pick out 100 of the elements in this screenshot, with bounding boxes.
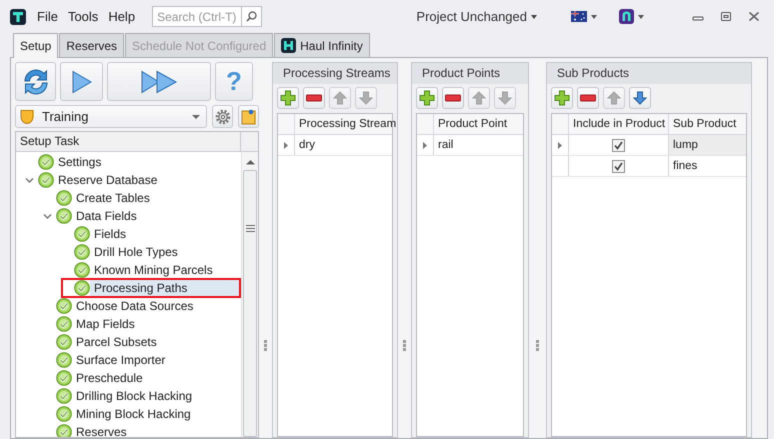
profile-dropdown[interactable]: Training [15,105,207,128]
add-button[interactable] [551,87,573,109]
plus-icon [554,90,570,106]
arrow-up-icon [472,91,486,105]
remove-button[interactable] [303,87,325,109]
arrow-down-icon [498,91,512,105]
expander-icon[interactable] [42,212,52,220]
check-circle-icon [38,154,54,170]
caret-icon [638,14,644,18]
tree-item[interactable]: Drill Hole Types [90,242,182,262]
tree-item[interactable]: Data Fields [72,206,141,226]
tree-item[interactable]: Reserves [72,422,131,437]
logo-icon [10,8,26,24]
panel-title: Sub Products [547,63,751,84]
run-button[interactable] [60,62,103,101]
grip-icon [246,225,254,232]
down-button[interactable] [629,87,651,109]
caret-icon [531,14,537,18]
column-header: Sub Product [672,117,738,132]
remove-button[interactable] [577,87,599,109]
project-menu[interactable]: Project Unchanged [416,6,537,26]
gear-icon [214,108,230,124]
add-button[interactable] [416,87,438,109]
tree-item[interactable]: Settings [54,152,106,172]
check-circle-icon [56,406,72,422]
tree-item[interactable]: Choose Data Sources [72,296,198,316]
plus-icon [419,90,435,106]
minus-icon [580,94,596,102]
check-circle-icon [74,280,90,296]
table-cell-text: fines [672,159,698,174]
notes-button[interactable] [238,105,259,128]
minus-icon [445,94,461,102]
settings-button[interactable] [212,105,233,128]
scrollbar[interactable] [241,152,258,437]
tab[interactable]: Reserves [59,33,124,57]
caret-icon [192,114,200,118]
tab[interactable]: Setup [13,33,58,58]
caret-icon [591,14,597,18]
checkbox[interactable] [612,160,625,172]
play-icon [70,70,92,94]
plus-icon [280,90,296,106]
expander-icon[interactable] [24,176,34,184]
fast-forward-icon [140,70,178,94]
panel-title: Product Points [412,63,528,84]
check-circle-icon [56,370,72,386]
search-icon [246,11,258,22]
close-icon[interactable] [748,11,760,22]
account-menu[interactable] [619,9,644,24]
scroll-thumb[interactable] [243,170,257,437]
tree-item[interactable]: Parcel Subsets [72,332,161,352]
restore-icon[interactable] [720,11,732,22]
check-circle-icon [74,244,90,260]
flag-icon [571,11,587,22]
menu-item[interactable]: Help [103,6,140,26]
app-logo-icon [619,9,634,24]
scroll-up-icon[interactable] [246,159,254,165]
column-header: Include in Product [569,114,669,134]
tree-item[interactable]: Drilling Block Hacking [72,386,196,406]
menu-item[interactable]: Tools [62,6,104,26]
panel-title: Processing Streams [273,63,397,84]
splitter-grip-icon[interactable] [264,340,267,350]
run-all-button[interactable] [107,62,211,101]
arrow-down-icon [359,91,373,105]
table-cell-text: rail [437,138,454,153]
add-button[interactable] [277,87,299,109]
arrow-up-icon [607,91,621,105]
tab[interactable]: Haul Infinity [274,33,370,57]
splitter-grip-icon[interactable] [403,340,406,350]
menu-item[interactable]: File [32,6,63,26]
tree-item[interactable]: Known Mining Parcels [90,260,217,280]
search-field[interactable]: Search (Ctrl-T) [152,6,262,27]
tree-item[interactable]: Fields [90,224,130,244]
column-header: Processing Stream [298,117,398,132]
tree-item[interactable]: Create Tables [72,188,154,208]
shield-icon [20,108,34,124]
arrow-up-icon [333,91,347,105]
check-circle-icon [74,226,90,242]
check-circle-icon [56,316,72,332]
splitter-grip-icon[interactable] [536,340,539,350]
check-circle-icon [56,208,72,224]
check-circle-icon [74,262,90,278]
tree-item[interactable]: Surface Importer [72,350,170,370]
note-icon [241,108,256,124]
check-circle-icon [56,298,72,314]
check-circle-icon [56,334,72,350]
tree-item[interactable]: Mining Block Hacking [72,404,195,424]
language-menu[interactable] [571,11,597,22]
checkbox[interactable] [612,138,625,152]
remove-button[interactable] [442,87,464,109]
tree-item[interactable]: Map Fields [72,314,139,334]
arrow-down-icon [633,91,647,105]
column-header: Product Point [437,117,508,132]
minus-icon [306,94,322,102]
refresh-button[interactable] [15,62,56,101]
app-logo-icon [281,38,296,53]
tree-item[interactable]: Preschedule [72,368,147,388]
tree-item[interactable]: Reserve Database [54,170,162,190]
check-circle-icon [38,172,54,188]
check-circle-icon [56,190,72,206]
table-cell-text: dry [298,138,316,153]
